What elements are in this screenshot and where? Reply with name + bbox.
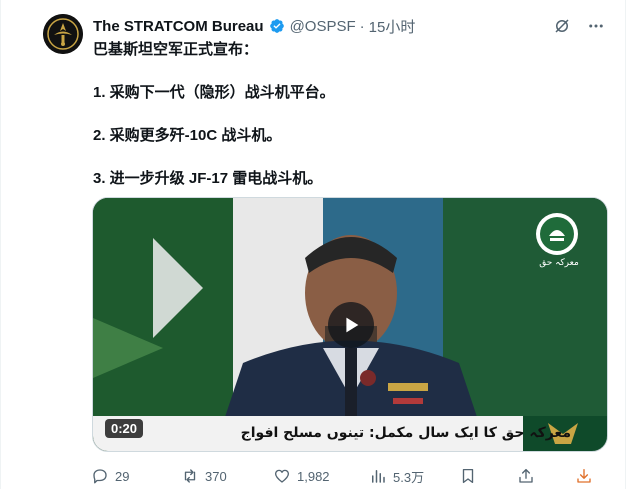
share-button[interactable] bbox=[517, 467, 575, 485]
post-text: 巴基斯坦空军正式宣布： 1. 采购下一代（隐形）战斗机平台。 2. 采购更多歼-… bbox=[93, 40, 593, 189]
action-bar: 29 370 1,982 5.3万 bbox=[91, 466, 611, 486]
more-icon[interactable] bbox=[587, 17, 605, 35]
video-player[interactable]: معرکہ حق معرکہ حق کا ایک سال مکمل: تینوں… bbox=[92, 197, 608, 452]
repost-button[interactable]: 370 bbox=[181, 467, 273, 485]
separator-dot: · bbox=[359, 17, 365, 35]
repost-count: 370 bbox=[205, 468, 227, 484]
like-button[interactable]: 1,982 bbox=[273, 467, 369, 485]
like-count: 1,982 bbox=[297, 468, 330, 484]
bookmark-button[interactable] bbox=[459, 467, 517, 485]
post-line-1: 1. 采购下一代（隐形）战斗机平台。 bbox=[93, 84, 335, 101]
grok-icon[interactable] bbox=[553, 17, 571, 35]
tweet: The STRATCOM Bureau @OSPSF · 15小时 巴基斯坦空军… bbox=[0, 0, 626, 489]
video-duration: 0:20 bbox=[105, 419, 144, 438]
author-handle[interactable]: @OSPSF bbox=[290, 18, 356, 35]
bookmark-icon bbox=[462, 468, 474, 484]
channel-logo-icon bbox=[536, 213, 578, 255]
like-icon bbox=[274, 469, 290, 483]
post-line-intro: 巴基斯坦空军正式宣布： bbox=[93, 41, 259, 58]
views-button[interactable]: 5.3万 bbox=[369, 467, 459, 486]
post-line-3: 3. 进一步升级 JF-17 雷电战斗机。 bbox=[93, 170, 323, 187]
repost-icon bbox=[184, 469, 196, 483]
post-line-2: 2. 采购更多歼-10C 战斗机。 bbox=[93, 127, 282, 144]
share-icon bbox=[519, 468, 533, 483]
download-button[interactable] bbox=[575, 467, 605, 485]
reply-count: 29 bbox=[115, 468, 130, 484]
reply-button[interactable]: 29 bbox=[91, 467, 181, 485]
post-time[interactable]: 15小时 bbox=[369, 16, 416, 37]
views-count: 5.3万 bbox=[393, 469, 425, 485]
header-actions bbox=[553, 15, 605, 37]
download-icon bbox=[577, 468, 591, 483]
video-ticker-text: معرکہ حق کا ایک سال مکمل: تینوں مسلح افو… bbox=[241, 425, 571, 441]
play-icon bbox=[346, 317, 359, 333]
tweet-header: The STRATCOM Bureau @OSPSF · 15小时 bbox=[93, 15, 605, 37]
views-icon bbox=[372, 470, 385, 483]
reply-icon bbox=[93, 469, 107, 484]
avatar[interactable] bbox=[43, 14, 83, 54]
channel-caption: معرکہ حق bbox=[539, 258, 579, 268]
avatar-emblem-icon bbox=[43, 14, 83, 54]
verified-badge-icon bbox=[269, 19, 284, 33]
play-button[interactable] bbox=[328, 302, 374, 348]
author-name[interactable]: The STRATCOM Bureau bbox=[93, 18, 264, 35]
